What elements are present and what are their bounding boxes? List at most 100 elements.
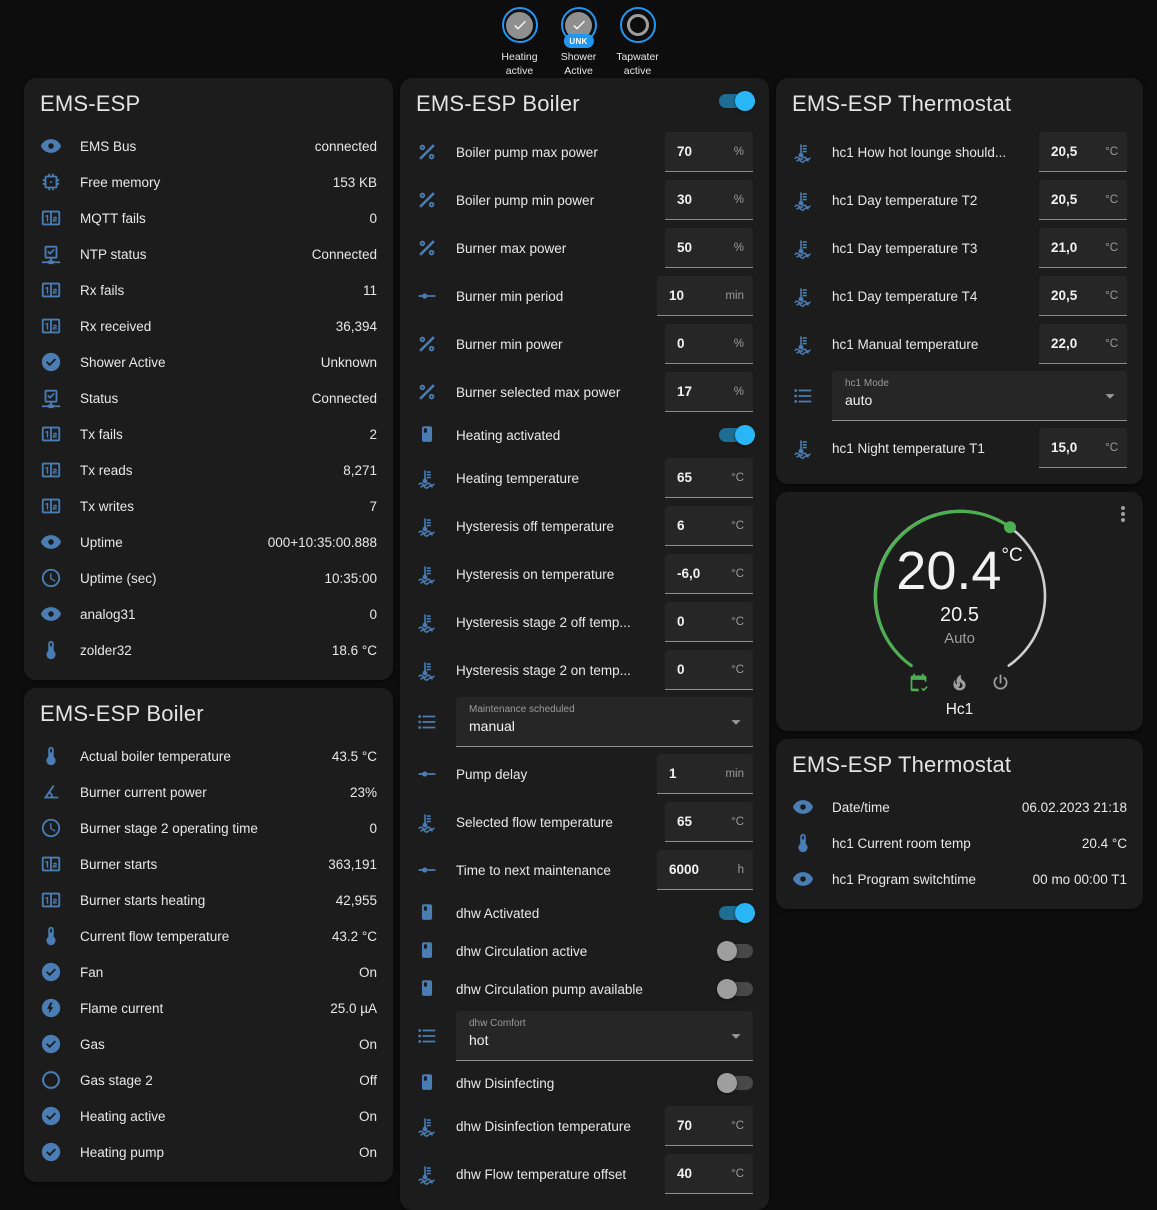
entity-row[interactable]: Heating pumpOn xyxy=(40,1134,377,1170)
entity-row[interactable]: hc1 Current room temp20.4 °C xyxy=(792,825,1127,861)
entity-row[interactable]: NTP statusConnected xyxy=(40,236,377,272)
number-input[interactable]: 70% xyxy=(665,132,753,172)
entity-value: 25.0 µA xyxy=(330,1001,377,1016)
number-input[interactable]: 70°C xyxy=(665,1106,753,1146)
number-input[interactable]: 10min xyxy=(657,276,753,316)
entity-row[interactable]: hc1 Program switchtime00 mo 00:00 T1 xyxy=(792,861,1127,897)
number-value: 10 xyxy=(669,288,684,303)
number-input[interactable]: 21,0°C xyxy=(1039,228,1127,268)
number-input[interactable]: 50% xyxy=(665,228,753,268)
number-value: 30 xyxy=(677,192,692,207)
toggle-switch[interactable] xyxy=(719,906,753,920)
entity-label: Gas stage 2 xyxy=(80,1073,359,1088)
entity-row[interactable]: Actual boiler temperature43.5 °C xyxy=(40,738,377,774)
toggle-switch[interactable] xyxy=(719,1076,753,1090)
entity-row[interactable]: Rx received36,394 xyxy=(40,308,377,344)
entity-label: Uptime xyxy=(80,535,268,550)
number-unit: °C xyxy=(1105,146,1118,158)
number-unit: °C xyxy=(731,1120,744,1132)
status-badge[interactable]: UNKShower Active xyxy=(554,7,604,78)
entity-value: 10:35:00 xyxy=(324,571,377,586)
entity-row[interactable]: analog310 xyxy=(40,596,377,632)
entity-row[interactable]: Tx writes7 xyxy=(40,488,377,524)
number-input[interactable]: 40°C xyxy=(665,1154,753,1194)
number-unit: °C xyxy=(1105,338,1118,350)
entity-row[interactable]: FanOn xyxy=(40,954,377,990)
entity-row[interactable]: Free memory153 KB xyxy=(40,164,377,200)
number-input[interactable]: 1min xyxy=(657,754,753,794)
select-field[interactable]: hc1 Modeauto xyxy=(832,371,1127,421)
counter-icon xyxy=(40,889,62,911)
entity-label: Burner min power xyxy=(456,337,665,352)
badge-circle: UNK xyxy=(561,7,597,43)
number-input[interactable]: 20,5°C xyxy=(1039,276,1127,316)
number-input[interactable]: 0% xyxy=(665,324,753,364)
boiler-master-toggle[interactable] xyxy=(719,94,753,108)
entity-row[interactable]: MQTT fails0 xyxy=(40,200,377,236)
status-badge[interactable]: Heating active xyxy=(495,7,545,78)
entity-row[interactable]: Uptime (sec)10:35:00 xyxy=(40,560,377,596)
entity-row[interactable]: Shower ActiveUnknown xyxy=(40,344,377,380)
entity-row[interactable]: Rx fails11 xyxy=(40,272,377,308)
number-input[interactable]: 65°C xyxy=(665,458,753,498)
eye-icon xyxy=(40,531,62,553)
toggle-switch[interactable] xyxy=(719,428,753,442)
entity-row[interactable]: Heating activeOn xyxy=(40,1098,377,1134)
select-field[interactable]: Maintenance scheduledmanual xyxy=(456,697,753,747)
entity-row[interactable]: GasOn xyxy=(40,1026,377,1062)
power-icon[interactable] xyxy=(990,672,1011,693)
select-field[interactable]: dhw Comforthot xyxy=(456,1011,753,1061)
number-input[interactable]: 20,5°C xyxy=(1039,180,1127,220)
number-unit: °C xyxy=(731,520,744,532)
number-input[interactable]: 20,5°C xyxy=(1039,132,1127,172)
circle-outline-icon xyxy=(627,14,649,36)
entity-row[interactable]: Burner current power23% xyxy=(40,774,377,810)
entity-row[interactable]: EMS Busconnected xyxy=(40,128,377,164)
number-input[interactable]: 6000h xyxy=(657,850,753,890)
calendar-check-icon[interactable] xyxy=(908,672,929,693)
toggle-thumb xyxy=(717,1073,737,1093)
entity-row[interactable]: Burner stage 2 operating time0 xyxy=(40,810,377,846)
more-options-icon[interactable] xyxy=(1111,502,1135,526)
toggle-row: Heating activated xyxy=(416,416,753,454)
entity-row[interactable]: Date/time06.02.2023 21:18 xyxy=(792,789,1127,825)
number-input[interactable]: -6,0°C xyxy=(665,554,753,594)
dial-handle[interactable] xyxy=(1004,521,1016,533)
entity-row[interactable]: Burner starts heating42,955 xyxy=(40,882,377,918)
toggle-switch[interactable] xyxy=(719,944,753,958)
number-value: 65 xyxy=(677,470,692,485)
entity-row[interactable]: Tx fails2 xyxy=(40,416,377,452)
coolant-icon xyxy=(416,659,438,681)
entity-label: Boiler pump max power xyxy=(456,145,665,160)
entity-row[interactable]: Burner starts363,191 xyxy=(40,846,377,882)
entity-value: 00 mo 00:00 T1 xyxy=(1033,872,1127,887)
entity-row[interactable]: zolder3218.6 °C xyxy=(40,632,377,668)
fire-icon[interactable] xyxy=(949,672,970,693)
entity-value: 7 xyxy=(369,499,377,514)
number-input[interactable]: 0°C xyxy=(665,650,753,690)
number-input[interactable]: 15,0°C xyxy=(1039,428,1127,468)
entity-row[interactable]: Tx reads8,271 xyxy=(40,452,377,488)
number-input[interactable]: 6°C xyxy=(665,506,753,546)
flash-circle-icon xyxy=(40,997,62,1019)
entity-label: Rx received xyxy=(80,319,336,334)
current-temperature: 20.4°C xyxy=(776,544,1143,598)
number-input[interactable]: 0°C xyxy=(665,602,753,642)
entity-value: On xyxy=(359,965,377,980)
entity-row[interactable]: Uptime000+10:35:00.888 xyxy=(40,524,377,560)
number-input[interactable]: 22,0°C xyxy=(1039,324,1127,364)
number-row: hc1 Manual temperature22,0°C xyxy=(792,320,1127,368)
entity-row[interactable]: Gas stage 2Off xyxy=(40,1062,377,1098)
toggle-switch[interactable] xyxy=(719,982,753,996)
entity-row[interactable]: StatusConnected xyxy=(40,380,377,416)
entity-label: hc1 Day temperature T4 xyxy=(832,289,1039,304)
number-input[interactable]: 30% xyxy=(665,180,753,220)
entity-row[interactable]: Flame current25.0 µA xyxy=(40,990,377,1026)
entity-label: Hysteresis stage 2 off temp... xyxy=(456,615,665,630)
gauge-readout: 20.4°C 20.5 Auto xyxy=(776,544,1143,647)
number-input[interactable]: 17% xyxy=(665,372,753,412)
number-input[interactable]: 65°C xyxy=(665,802,753,842)
entity-row[interactable]: Current flow temperature43.2 °C xyxy=(40,918,377,954)
entity-label: Hysteresis on temperature xyxy=(456,567,665,582)
status-badge[interactable]: Tapwater active xyxy=(613,7,663,78)
